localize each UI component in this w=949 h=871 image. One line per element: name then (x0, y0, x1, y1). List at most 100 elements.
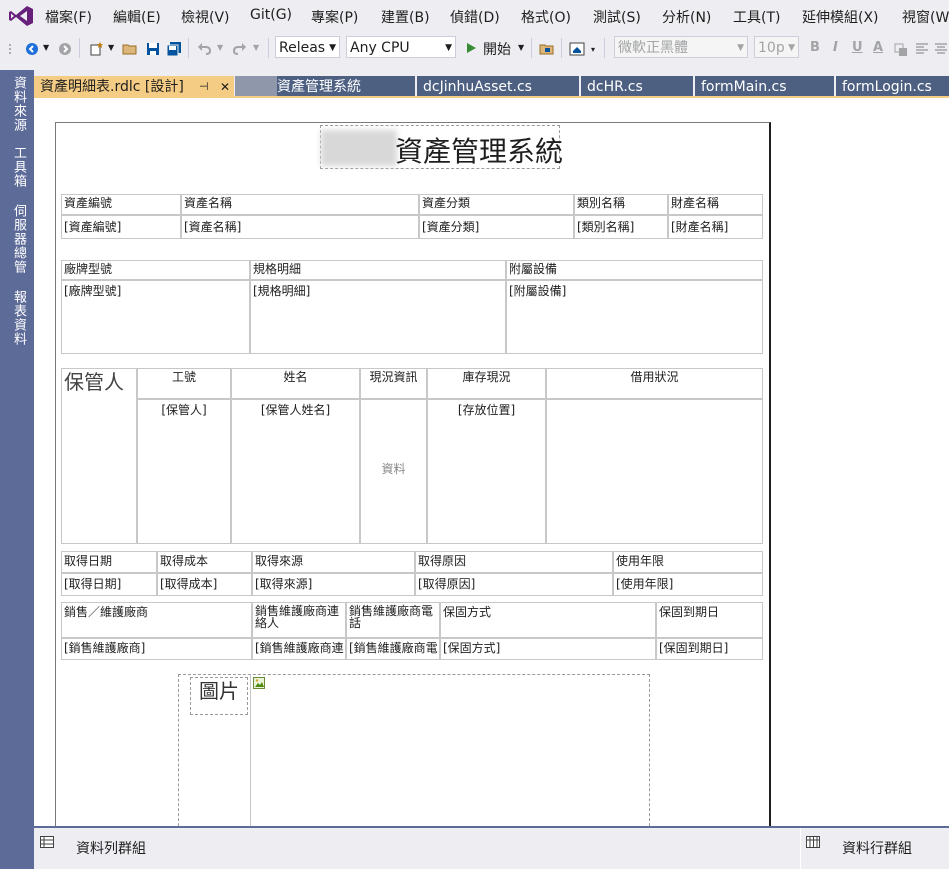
field-accessories[interactable]: [附屬設備] (506, 280, 763, 354)
side-tab-server-explorer[interactable]: 伺服器總管 (9, 204, 28, 274)
header-asset-id[interactable]: 資產編號 (61, 194, 181, 215)
menu-edit[interactable]: 編輯(E) (113, 7, 161, 27)
background-color-icon[interactable] (893, 41, 909, 57)
redo-dropdown-icon[interactable]: ▼ (253, 43, 259, 52)
menu-build[interactable]: 建置(B) (381, 7, 430, 27)
header-acquire-cost[interactable]: 取得成本 (157, 551, 252, 573)
save-all-icon[interactable] (166, 41, 182, 57)
start-button[interactable]: 開始 ▼ (462, 37, 524, 59)
field-borrow-status[interactable] (546, 399, 763, 544)
header-employee-id[interactable]: 工號 (137, 368, 231, 399)
font-size-dropdown[interactable]: 10p ▼ (754, 36, 799, 58)
menu-analyze[interactable]: 分析(N) (662, 7, 711, 27)
report-home-icon[interactable] (569, 41, 585, 57)
tab-formlogin[interactable]: formLogin.cs (836, 76, 949, 98)
undo-icon[interactable] (197, 41, 213, 57)
header-asset-name[interactable]: 資產名稱 (181, 194, 419, 215)
report-title-textbox[interactable]: 資產管理系統 (320, 125, 563, 169)
custodian-label[interactable]: 保管人 (61, 368, 137, 544)
new-project-icon[interactable] (88, 41, 104, 57)
header-spec-detail[interactable]: 規格明細 (250, 260, 506, 280)
side-tab-report-data[interactable]: 報表資料 (9, 290, 28, 346)
field-asset-name[interactable]: [資產名稱] (181, 215, 419, 239)
align-center-icon[interactable] (934, 41, 949, 57)
undo-dropdown-icon[interactable]: ▼ (217, 43, 223, 52)
image-label[interactable]: 圖片 (190, 677, 248, 715)
field-spec-detail[interactable]: [規格明細] (250, 280, 506, 354)
header-vendor-phone[interactable]: 銷售維護廠商電話 (346, 602, 440, 638)
menu-window[interactable]: 視窗(W (902, 7, 949, 27)
menu-tools[interactable]: 工具(T) (733, 7, 780, 27)
menu-project[interactable]: 專案(P) (311, 7, 358, 27)
header-vendor[interactable]: 銷售／維護廠商 (61, 602, 252, 638)
tab-formmain[interactable]: formMain.cs (695, 76, 834, 98)
open-folder-icon[interactable] (122, 41, 138, 57)
field-service-life[interactable]: [使用年限] (613, 573, 763, 596)
header-custodian-name[interactable]: 姓名 (231, 368, 360, 399)
header-vendor-contact[interactable]: 銷售維護廠商連絡人 (252, 602, 346, 638)
field-acquire-reason[interactable]: [取得原因] (415, 573, 613, 596)
field-warranty-type[interactable]: [保固方式] (440, 638, 656, 660)
font-color-button[interactable]: A (873, 40, 883, 55)
header-warranty-expiry[interactable]: 保固到期日 (656, 602, 763, 638)
forward-icon[interactable] (57, 41, 73, 57)
image-rectangle[interactable]: 圖片 (178, 674, 650, 827)
toolbar-overflow-icon[interactable]: ▾ (591, 45, 595, 54)
report-body[interactable]: 資產管理系統 資產編號 資產名稱 資產分類 類別名稱 財產名稱 [資產編號] [… (55, 122, 771, 828)
field-storage-location[interactable]: [存放位置] (427, 399, 546, 544)
side-tab-data-sources[interactable]: 資料來源 (9, 76, 28, 132)
field-vendor-phone[interactable]: [銷售維護廠商電 (346, 638, 440, 660)
menu-view[interactable]: 檢視(V) (181, 7, 230, 27)
new-dropdown-icon[interactable]: ▼ (108, 43, 114, 52)
row-groups-label[interactable]: 資料列群組 (76, 838, 146, 858)
header-warranty-type[interactable]: 保固方式 (440, 602, 656, 638)
field-warranty-expiry[interactable]: [保固到期日] (656, 638, 763, 660)
menu-debug[interactable]: 偵錯(D) (450, 7, 500, 27)
underline-button[interactable]: U (852, 40, 863, 55)
tab-asset-system[interactable]: 資產管理系統 (277, 76, 415, 98)
redo-icon[interactable] (231, 41, 247, 57)
align-left-icon[interactable] (914, 41, 930, 57)
solution-configuration-dropdown[interactable]: Releas ▼ (275, 36, 340, 58)
field-vendor-contact[interactable]: [銷售維護廠商連 (252, 638, 346, 660)
column-groups-label[interactable]: 資料行群組 (842, 838, 912, 858)
field-vendor[interactable]: [銷售維護廠商] (61, 638, 252, 660)
header-stock-status[interactable]: 庫存現況 (427, 368, 546, 399)
side-tab-toolbox[interactable]: 工具箱 (9, 146, 28, 188)
font-name-dropdown[interactable]: 微軟正黑體 ▼ (614, 36, 748, 58)
tab-dcjinhuasset[interactable]: dcJinhuAsset.cs (417, 76, 579, 98)
header-acquire-source[interactable]: 取得來源 (252, 551, 415, 573)
pin-icon[interactable]: ⊣ (199, 76, 209, 98)
field-property-name[interactable]: [財產名稱] (668, 215, 763, 239)
menu-extensions[interactable]: 延伸模組(X) (802, 7, 879, 27)
field-category-name[interactable]: [類別名稱] (574, 215, 668, 239)
header-asset-category[interactable]: 資產分類 (419, 194, 574, 215)
image-placeholder[interactable] (250, 675, 649, 827)
visual-studio-logo-icon[interactable] (8, 5, 34, 27)
menu-file[interactable]: 檔案(F) (45, 7, 92, 27)
field-custodian[interactable]: [保管人] (137, 399, 231, 544)
field-acquire-cost[interactable]: [取得成本] (157, 573, 252, 596)
field-custodian-name[interactable]: [保管人姓名] (231, 399, 360, 544)
back-dropdown-icon[interactable]: ▼ (43, 43, 49, 52)
folder-find-icon[interactable] (539, 41, 555, 57)
solution-platform-dropdown[interactable]: Any CPU ▼ (346, 36, 456, 58)
header-accessories[interactable]: 附屬設備 (506, 260, 763, 280)
header-brand-model[interactable]: 廠牌型號 (61, 260, 250, 280)
tab-report-design[interactable]: 資產明細表.rdlc [設計] ⊣ ✕ (34, 76, 234, 98)
menu-test[interactable]: 測試(S) (593, 7, 641, 27)
save-icon[interactable] (145, 41, 161, 57)
field-asset-id[interactable]: [資產編號] (61, 215, 181, 239)
field-current-info-subreport[interactable]: 資料 (360, 399, 427, 544)
header-property-name[interactable]: 財產名稱 (668, 194, 763, 215)
header-service-life[interactable]: 使用年限 (613, 551, 763, 573)
field-brand-model[interactable]: [廠牌型號] (61, 280, 250, 354)
header-acquire-reason[interactable]: 取得原因 (415, 551, 613, 573)
header-borrow-status[interactable]: 借用狀況 (546, 368, 763, 399)
header-acquire-date[interactable]: 取得日期 (61, 551, 157, 573)
header-current-info[interactable]: 現況資訊 (360, 368, 427, 399)
field-acquire-source[interactable]: [取得來源] (252, 573, 415, 596)
menu-git[interactable]: Git(G) (250, 7, 292, 23)
header-category-name[interactable]: 類別名稱 (574, 194, 668, 215)
tab-dchr[interactable]: dcHR.cs (581, 76, 693, 98)
